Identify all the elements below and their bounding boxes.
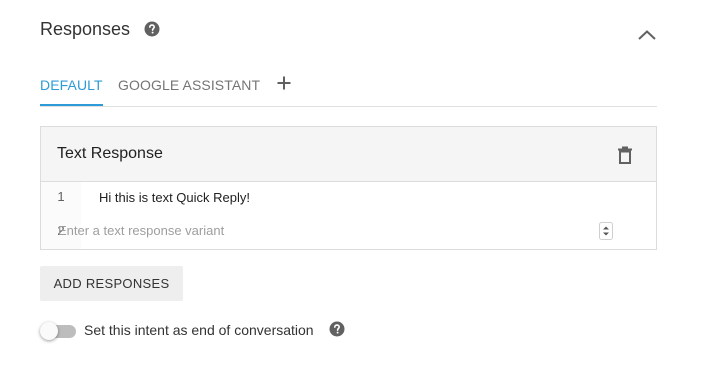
delete-button[interactable] (617, 146, 633, 164)
end-conversation-label: Set this intent as end of conversation (84, 322, 314, 338)
response-variant-input[interactable] (58, 219, 558, 241)
help-icon[interactable] (144, 21, 160, 37)
chevron-up-icon (638, 30, 656, 40)
response-variant-field (58, 219, 558, 241)
help-icon[interactable] (329, 321, 345, 337)
card-header: Text Response (41, 127, 656, 182)
response-text-1[interactable]: Hi this is text Quick Reply! (99, 190, 250, 205)
tab-google-assistant[interactable]: GOOGLE ASSISTANT (118, 77, 260, 105)
end-conversation-toggle[interactable] (40, 322, 76, 340)
toggle-thumb (40, 322, 58, 340)
responses-title: Responses (40, 19, 131, 39)
trash-icon (618, 146, 632, 164)
spinner-control[interactable] (599, 222, 613, 240)
plus-icon (277, 76, 291, 90)
add-tab-button[interactable] (276, 75, 292, 91)
tab-default[interactable]: DEFAULT (40, 77, 103, 106)
response-tabs: DEFAULT GOOGLE ASSISTANT (40, 70, 657, 107)
card-title: Text Response (57, 145, 163, 162)
add-responses-button[interactable]: ADD RESPONSES (40, 266, 183, 301)
collapse-button[interactable] (636, 24, 658, 46)
row-number: 1 (57, 189, 65, 204)
